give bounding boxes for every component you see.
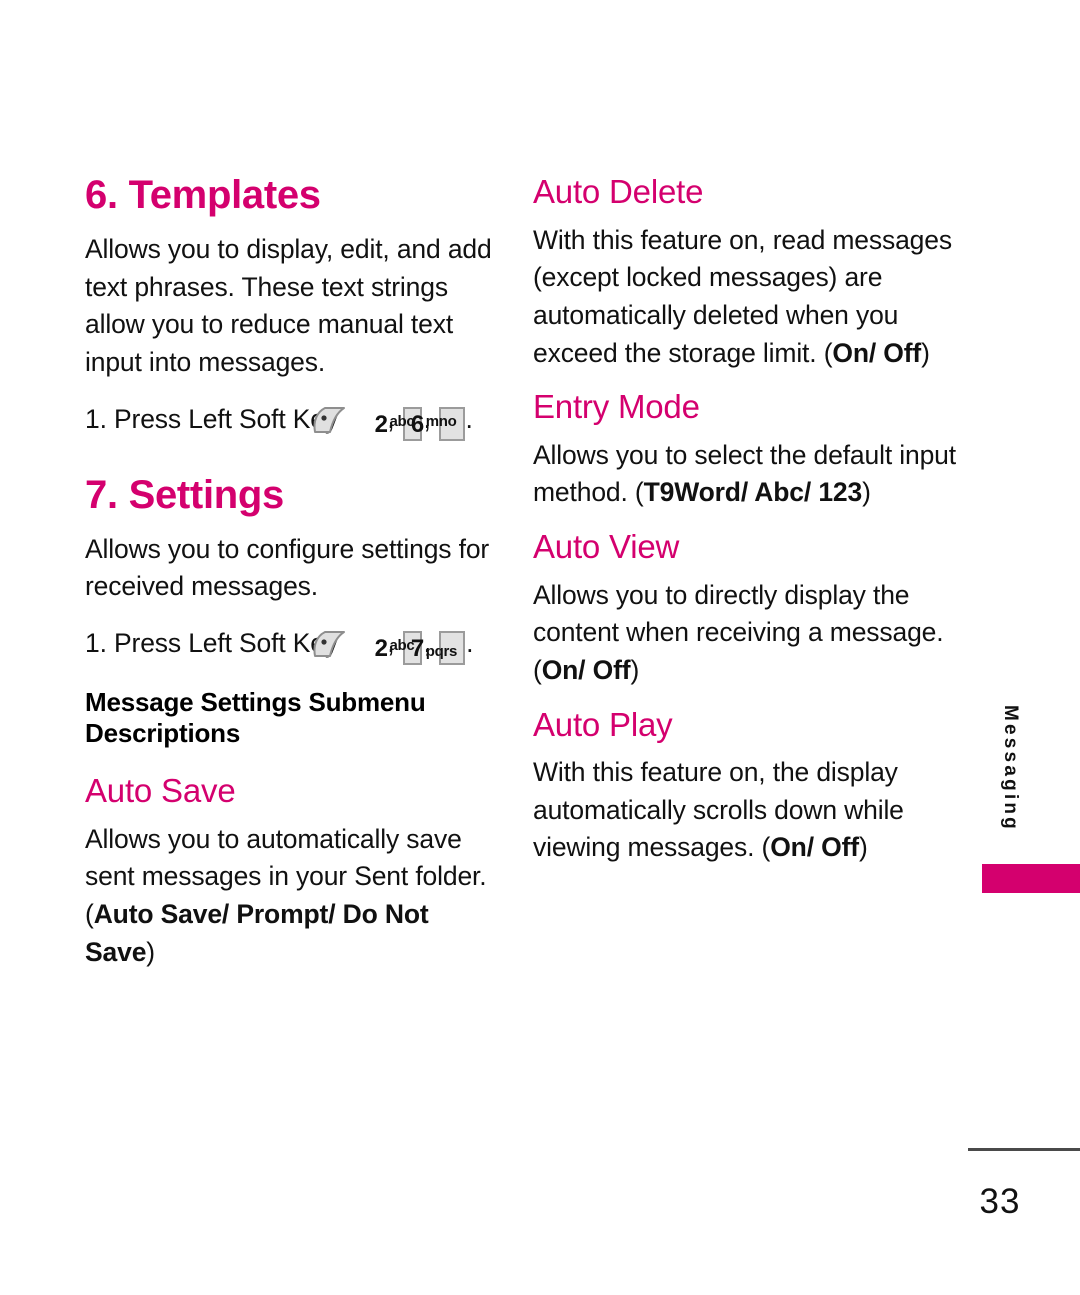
- auto-save-options: Auto Save/ Prompt/ Do Not Save: [85, 899, 429, 967]
- page-number: 33: [979, 1182, 1021, 1221]
- entry-mode-options: T9Word/ Abc/ 123: [643, 477, 863, 508]
- period-after-key6: .: [465, 403, 473, 434]
- auto-delete-tail: ): [921, 337, 930, 368]
- auto-save-description: Allows you to automatically save sent me…: [85, 821, 495, 972]
- keycap-6-mno: 6 mno: [411, 406, 465, 441]
- right-column: Auto Delete With this feature on, read m…: [533, 173, 963, 867]
- side-tab-label: Messaging: [1000, 705, 1021, 832]
- chapter-heading-templates: 6. Templates: [85, 173, 321, 217]
- section-heading-entry-mode: Entry Mode: [533, 388, 700, 426]
- manual-page: 6. Templates Allows you to display, edit…: [0, 0, 1080, 1295]
- auto-play-options: On/ Off: [770, 832, 859, 863]
- auto-save-tail: ): [146, 936, 155, 967]
- section-heading-auto-play: Auto Play: [533, 705, 673, 743]
- keycap-digit: 7: [410, 634, 424, 662]
- keycap-digit: 6: [410, 410, 424, 438]
- settings-description: Allows you to configure settings for rec…: [85, 533, 490, 602]
- auto-play-tail: ): [858, 832, 868, 863]
- chapter-heading-settings: 7. Settings: [85, 472, 284, 517]
- left-column: 6. Templates Allows you to display, edit…: [85, 175, 495, 971]
- footer-rule: [968, 1148, 1080, 1151]
- keycap-letters: pqrs: [425, 642, 458, 660]
- templates-step-text: 1. Press Left Soft Key: [85, 403, 338, 434]
- message-settings-submenu-heading: Message Settings Submenu Descriptions: [85, 686, 426, 749]
- keycap-7-pqrs: 7 pqrs: [411, 630, 466, 665]
- keycap-digit: 2: [374, 410, 388, 438]
- keycap-digit: 2: [374, 634, 388, 662]
- side-tab-color-bar: [982, 864, 1080, 893]
- settings-step-1: 1. Press Left Soft Key , 2abc, 7pqrs.: [85, 624, 495, 665]
- entry-mode-description: Allows you to select the default input m…: [533, 437, 963, 512]
- templates-step-1: 1. Press Left Soft Key , 2abc, 6mno.: [85, 400, 495, 441]
- auto-view-tail: ): [630, 654, 640, 685]
- section-heading-auto-delete: Auto Delete: [533, 173, 704, 210]
- auto-play-description: With this feature on, the display automa…: [533, 754, 963, 867]
- period-after-key7: .: [466, 627, 474, 658]
- section-heading-auto-save: Auto Save: [85, 772, 236, 810]
- templates-description: Allows you to display, edit, and add tex…: [85, 234, 492, 377]
- keycap-letters: mno: [425, 412, 457, 430]
- auto-view-options: On/ Off: [541, 654, 631, 685]
- settings-step-text: 1. Press Left Soft Key: [85, 627, 338, 658]
- auto-delete-options: On/ Off: [832, 337, 922, 368]
- entry-mode-tail: ): [862, 477, 871, 508]
- section-heading-auto-view: Auto View: [533, 528, 680, 566]
- side-tab: Messaging: [985, 705, 1025, 855]
- auto-delete-description: With this feature on, read messages (exc…: [533, 222, 963, 373]
- auto-view-description: Allows you to directly display the conte…: [533, 577, 963, 690]
